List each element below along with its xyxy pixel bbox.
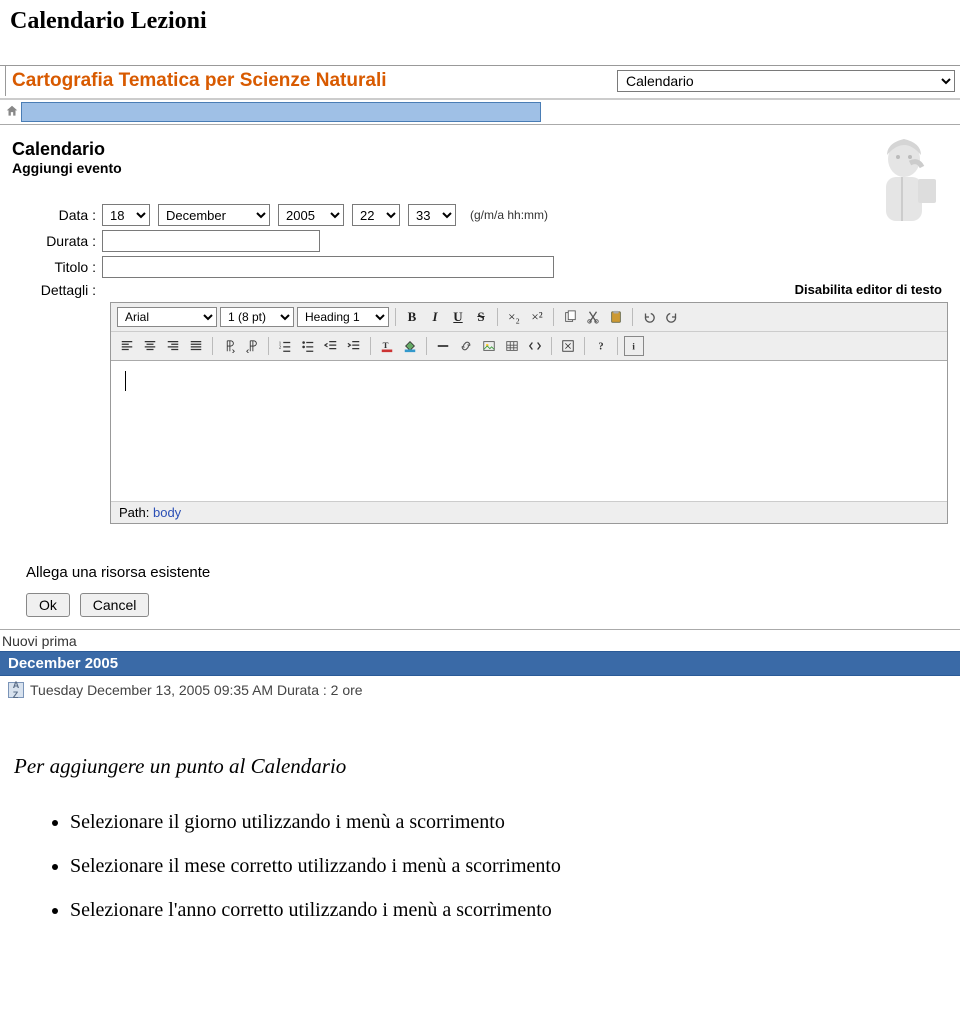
page-title: Calendario Lezioni [0,0,960,65]
bg-color-button[interactable] [400,336,420,356]
row-titolo: Titolo : [12,256,948,278]
nav-select[interactable]: Calendario [617,70,955,92]
cut-button[interactable] [583,307,603,327]
unordered-list-button[interactable] [298,336,318,356]
path-body-link[interactable]: body [153,505,181,520]
text-color-button[interactable]: T [377,336,397,356]
event-row[interactable]: AZ Tuesday December 13, 2005 09:35 AM Du… [0,676,960,704]
instructions: Per aggiungere un punto al Calendario Se… [0,704,960,959]
source-button[interactable] [525,336,545,356]
toolbar-row-2: 12 T ? i [111,332,947,361]
select-minute[interactable]: 33 [408,204,456,226]
select-heading[interactable]: Heading 1 [297,307,389,327]
ordered-list-button[interactable]: 12 [275,336,295,356]
indent-button[interactable] [344,336,364,356]
redo-button[interactable] [662,307,682,327]
list-item: Selezionare l'anno corretto utilizzando … [70,895,946,925]
hr-button[interactable] [433,336,453,356]
attach-resource-link[interactable]: Allega una risorsa esistente [26,564,948,581]
select-day[interactable]: 18 [102,204,150,226]
home-icon[interactable] [5,104,19,121]
paste-button[interactable] [606,307,626,327]
path-label: Path: [119,505,149,520]
section-subtitle: Aggiungi evento [12,160,948,176]
section-title: Calendario [12,139,948,160]
breadcrumb-row [0,100,960,125]
select-size[interactable]: 1 (8 pt) [220,307,294,327]
svg-text:2: 2 [279,345,281,350]
svg-text:i: i [632,342,635,353]
label-durata: Durata : [12,233,102,249]
ok-button[interactable]: Ok [26,593,70,617]
info-button[interactable]: i [624,336,644,356]
svg-text:?: ? [598,342,603,353]
svg-text:T: T [383,340,389,350]
data-hint: (g/m/a hh:mm) [470,208,548,222]
subscript-button[interactable]: ×₂ [504,307,524,327]
outdent-button[interactable] [321,336,341,356]
cancel-button[interactable]: Cancel [80,593,150,617]
select-year[interactable]: 2005 [278,204,344,226]
disable-editor-link[interactable]: Disabilita editor di testo [795,282,948,297]
label-data: Data : [12,207,102,223]
input-durata[interactable] [102,230,320,252]
event-text: Tuesday December 13, 2005 09:35 AM Durat… [30,682,363,698]
calendar-event-icon: AZ [8,682,24,698]
header-bar: Cartografia Tematica per Scienze Natural… [0,66,960,100]
bold-button[interactable]: B [402,307,422,327]
help-button[interactable]: ? [591,336,611,356]
button-row: Ok Cancel [26,593,948,617]
select-font[interactable]: Arial [117,307,217,327]
strike-button[interactable]: S [471,307,491,327]
link-button[interactable] [456,336,476,356]
table-button[interactable] [502,336,522,356]
image-button[interactable] [479,336,499,356]
row-data: Data : 18 December 2005 22 33 (g/m/a hh:… [12,204,948,226]
month-header: December 2005 [0,651,960,676]
superscript-button[interactable]: ×² [527,307,547,327]
select-month[interactable]: December [158,204,270,226]
breadcrumb-box[interactable] [21,102,541,122]
align-left-button[interactable] [117,336,137,356]
row-durata: Durata : [12,230,948,252]
list-item: Selezionare il giorno utilizzando i menù… [70,807,946,837]
fullscreen-button[interactable] [558,336,578,356]
row-dettagli: Dettagli : Disabilita editor di testo [12,282,948,298]
content-wrap: Calendario Aggiungi evento Data : 18 Dec… [0,125,960,630]
align-center-button[interactable] [140,336,160,356]
label-titolo: Titolo : [12,259,102,275]
instructions-list: Selezionare il giorno utilizzando i menù… [14,807,946,925]
editor-textarea[interactable] [111,361,947,501]
undo-button[interactable] [639,307,659,327]
copy-button[interactable] [560,307,580,327]
input-titolo[interactable] [102,256,554,278]
course-title: Cartografia Tematica per Scienze Natural… [5,66,540,96]
rich-editor: Arial 1 (8 pt) Heading 1 B I U S ×₂ ×² [110,302,948,524]
ltr-button[interactable] [219,336,239,356]
toolbar-row-1: Arial 1 (8 pt) Heading 1 B I U S ×₂ ×² [111,303,947,332]
label-dettagli: Dettagli : [12,282,102,298]
rtl-button[interactable] [242,336,262,356]
decorative-figure-icon [822,129,942,229]
instructions-intro: Per aggiungere un punto al Calendario [14,754,946,779]
sort-label[interactable]: Nuovi prima [0,630,960,651]
align-justify-button[interactable] [186,336,206,356]
align-right-button[interactable] [163,336,183,356]
editor-path-bar: Path: body [111,501,947,523]
underline-button[interactable]: U [448,307,468,327]
select-hour[interactable]: 22 [352,204,400,226]
list-item: Selezionare il mese corretto utilizzando… [70,851,946,881]
app-frame: Cartografia Tematica per Scienze Natural… [0,65,960,704]
italic-button[interactable]: I [425,307,445,327]
